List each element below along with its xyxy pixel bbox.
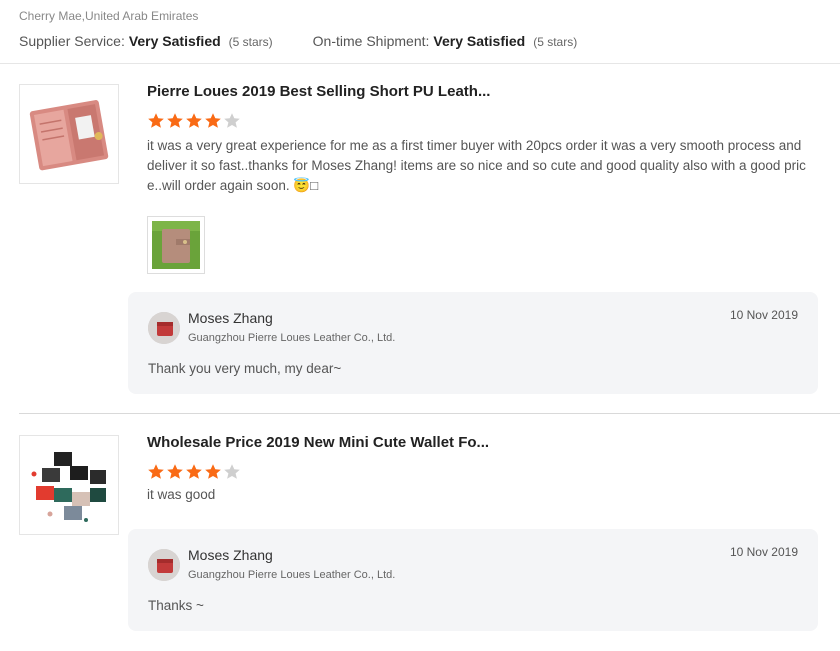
supplier-ratings: Supplier Service: Very Satisfied (5 star… (19, 32, 819, 50)
shipment-label: On-time Shipment: (312, 33, 430, 49)
star-filled-icon (204, 463, 222, 481)
star-filled-icon (185, 112, 203, 130)
product-thumbnail[interactable] (19, 84, 119, 184)
reply-message: Thanks ~ (148, 598, 204, 613)
star-filled-icon (166, 112, 184, 130)
star-empty-icon (223, 112, 241, 130)
star-filled-icon (204, 112, 222, 130)
divider (0, 63, 840, 64)
review-text: it was good (147, 487, 216, 502)
star-empty-icon (223, 463, 241, 481)
product-title[interactable]: Wholesale Price 2019 New Mini Cute Walle… (147, 433, 840, 453)
review-text: it was a very great experience for me as… (147, 138, 806, 193)
seller-reply: Moses Zhang Guangzhou Pierre Loues Leath… (128, 292, 818, 394)
reply-author: Moses Zhang (188, 310, 273, 326)
divider (19, 413, 840, 414)
product-rating-stars (147, 112, 840, 130)
reviewer-name-country: Cherry Mae,United Arab Emirates (19, 9, 199, 23)
avatar (148, 549, 180, 581)
avatar (148, 312, 180, 344)
supplier-service-label: Supplier Service: (19, 33, 125, 49)
reply-company: Guangzhou Pierre Loues Leather Co., Ltd. (188, 332, 396, 344)
star-filled-icon (147, 463, 165, 481)
star-filled-icon (147, 112, 165, 130)
reply-author: Moses Zhang (188, 547, 273, 563)
supplier-service-rating: Supplier Service: Very Satisfied (5 star… (19, 32, 273, 50)
product-thumbnail[interactable] (19, 435, 119, 535)
star-filled-icon (185, 463, 203, 481)
reply-company: Guangzhou Pierre Loues Leather Co., Ltd. (188, 569, 396, 581)
shipment-rating: On-time Shipment: Very Satisfied (5 star… (313, 32, 578, 50)
product-title[interactable]: Pierre Loues 2019 Best Selling Short PU … (147, 82, 840, 102)
supplier-service-stars: (5 stars) (228, 35, 273, 49)
product-rating-stars (147, 463, 840, 481)
shipment-stars: (5 stars) (533, 35, 578, 49)
review-content: Wholesale Price 2019 New Mini Cute Walle… (147, 433, 840, 505)
star-filled-icon (166, 463, 184, 481)
reply-message: Thank you very much, my dear~ (148, 361, 342, 376)
review-header: Cherry Mae,United Arab Emirates Supplier… (19, 8, 819, 50)
reply-date: 10 Nov 2019 (729, 308, 798, 322)
seller-reply: Moses Zhang Guangzhou Pierre Loues Leath… (128, 529, 818, 631)
shipment-value: Very Satisfied (433, 33, 526, 49)
review-photo[interactable] (147, 216, 205, 274)
supplier-service-value: Very Satisfied (128, 33, 221, 49)
reply-date: 10 Nov 2019 (729, 545, 798, 559)
review-content: Pierre Loues 2019 Best Selling Short PU … (147, 82, 840, 274)
